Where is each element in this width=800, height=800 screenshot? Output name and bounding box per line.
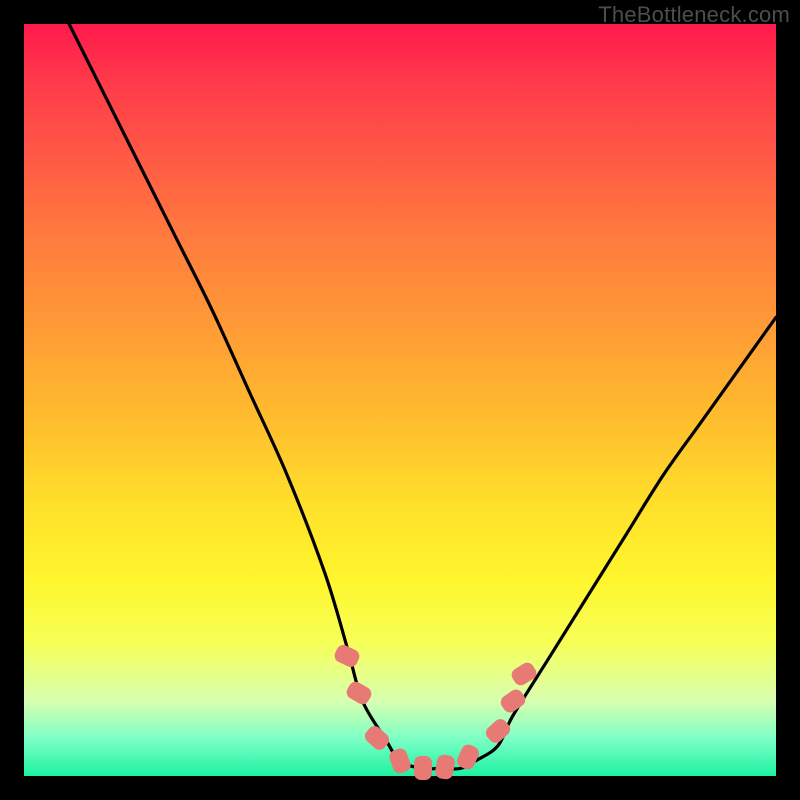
watermark-text: TheBottleneck.com xyxy=(598,2,790,28)
chart-plot-area xyxy=(24,24,776,776)
curve-marker xyxy=(414,756,432,780)
bottleneck-curve xyxy=(69,24,776,769)
curve-svg xyxy=(24,24,776,776)
curve-marker xyxy=(434,754,456,781)
